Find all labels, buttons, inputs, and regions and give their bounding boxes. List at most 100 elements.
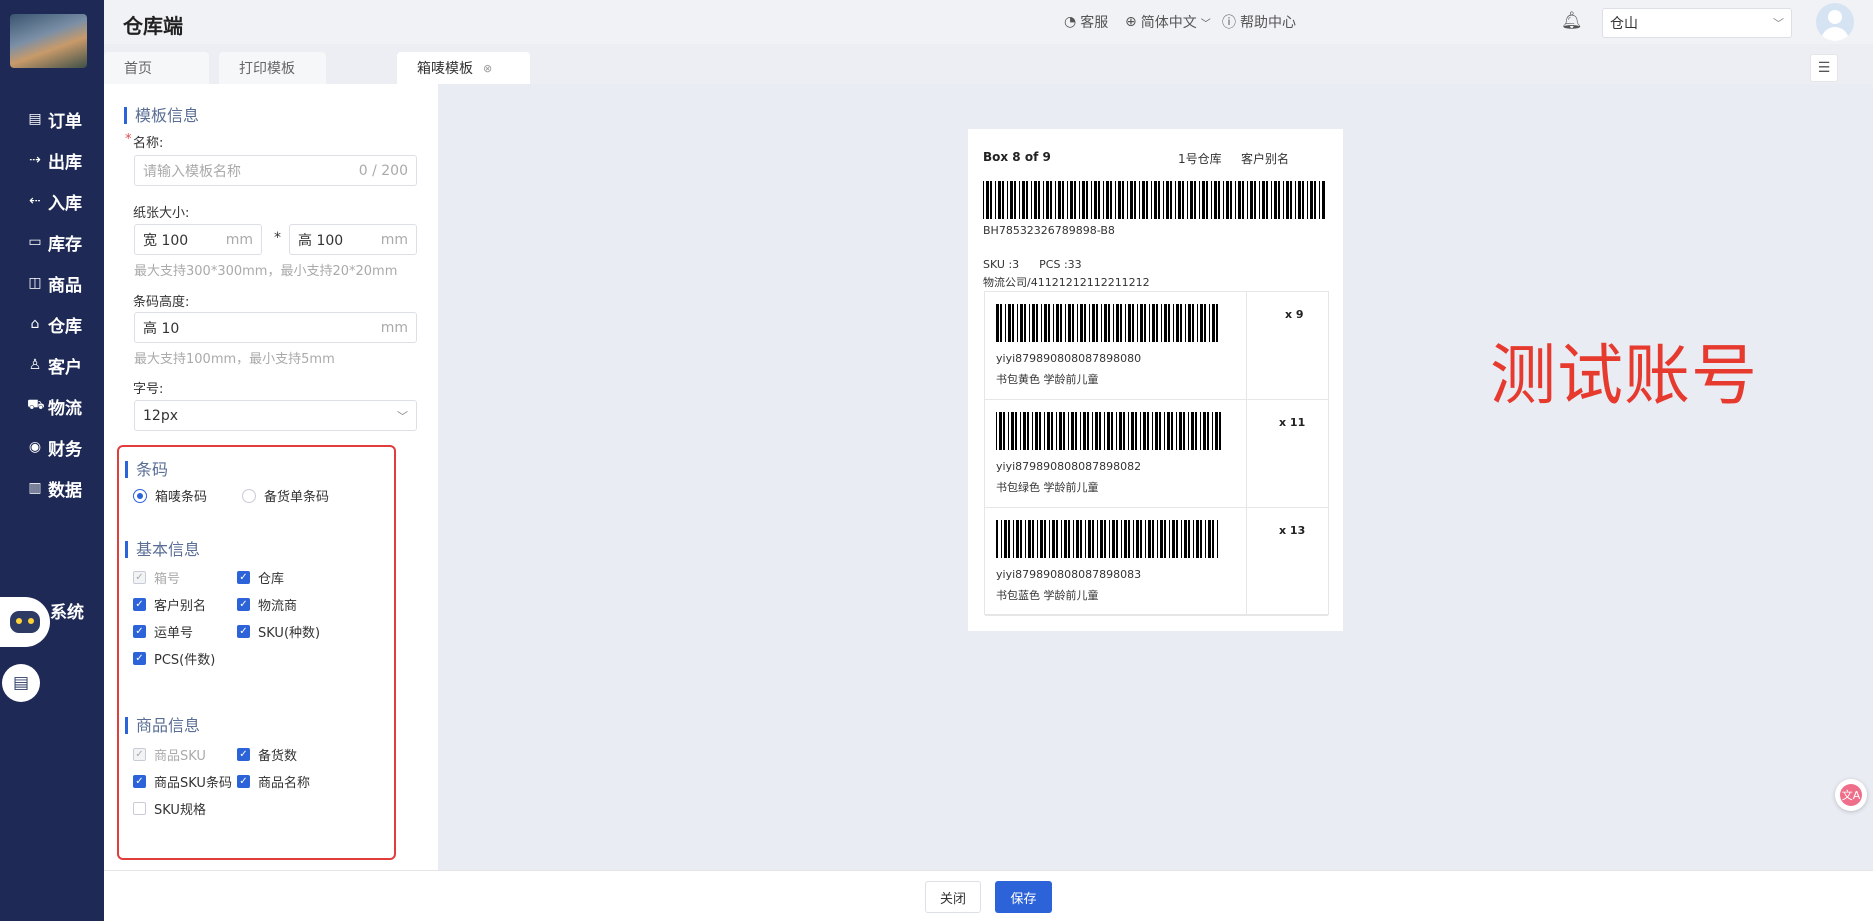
barcode-bar xyxy=(996,412,997,450)
field-checkbox[interactable]: ✓ 运单号 xyxy=(133,622,193,641)
sidebar-item-0[interactable]: ▤ 订单 xyxy=(27,105,99,133)
barcode-bar xyxy=(1051,412,1053,450)
sidebar-item-1[interactable]: ⇢ 出库 xyxy=(27,146,99,174)
item-name: 书包黄色 学龄前儿童 xyxy=(996,373,1099,386)
barcode-bar xyxy=(990,181,992,219)
barcode-bar xyxy=(1195,412,1197,450)
barcode-bar xyxy=(1148,520,1151,558)
save-button[interactable]: 保存 xyxy=(995,881,1052,913)
field-checkbox[interactable]: ✓ SKU(种数) xyxy=(237,622,320,641)
barcode-bar xyxy=(1028,520,1031,558)
barcode-bar xyxy=(1111,412,1113,450)
language-switcher[interactable]: ⊕ 简体中文 ﹀ xyxy=(1125,12,1211,32)
barcode-bar xyxy=(1098,181,1100,219)
field-checkbox[interactable]: ✓ 商品名称 xyxy=(237,772,310,791)
barcode-height-input[interactable]: 高 10 mm xyxy=(134,312,417,343)
barcode-bar xyxy=(1314,181,1316,219)
barcode-bar xyxy=(1136,520,1139,558)
assistant-robot-button[interactable] xyxy=(0,597,50,647)
field-checkbox: ✓ 箱号 xyxy=(133,568,180,587)
avatar[interactable] xyxy=(1816,3,1854,41)
barcode-bar xyxy=(1073,520,1074,558)
field-checkbox[interactable]: ✓ 仓库 xyxy=(237,568,284,587)
barcode-bar xyxy=(1167,412,1170,450)
barcode-bar xyxy=(1047,412,1050,450)
barcode-bar xyxy=(1179,412,1182,450)
checkbox-label: 仓库 xyxy=(258,572,285,587)
checkbox-label: SKU(种数) xyxy=(258,626,321,641)
sidebar-item-4[interactable]: ◫ 商品 xyxy=(27,269,99,297)
barcode-bar xyxy=(1004,520,1007,558)
barcode-bar xyxy=(1152,412,1153,450)
barcode-type-radio[interactable]: 箱唛条码 xyxy=(133,486,207,505)
barcode-bar xyxy=(1143,412,1146,450)
barcode-bar xyxy=(1052,520,1055,558)
barcode-bar xyxy=(1116,520,1118,558)
barcode-bar xyxy=(1008,520,1010,558)
barcode-bar xyxy=(1204,304,1206,342)
name-label: * 名称: xyxy=(125,132,164,151)
barcode-bar xyxy=(1188,412,1189,450)
help-center-link[interactable]: ⓘ 帮助中心 xyxy=(1222,12,1296,32)
barcode-bar xyxy=(998,181,1001,219)
barcode-bar xyxy=(1319,181,1320,219)
barcode-bar xyxy=(1194,181,1196,219)
bell-icon[interactable]: 🔔︎ xyxy=(1561,11,1583,31)
document-icon[interactable]: ▤ xyxy=(2,664,40,702)
font-size-select[interactable]: 12px ﹀ xyxy=(134,400,417,431)
field-checkbox[interactable]: ✓ 物流商 xyxy=(237,595,297,614)
sidebar-item-2[interactable]: ⇠ 入库 xyxy=(27,187,99,215)
barcode-bar xyxy=(1170,181,1172,219)
sidebar-item-9[interactable]: ▥ 数据 xyxy=(27,474,99,502)
barcode-bar xyxy=(1133,520,1134,558)
barcode-bar xyxy=(1037,520,1038,558)
barcode-bar xyxy=(1068,304,1071,342)
translate-button[interactable]: 文A xyxy=(1835,779,1867,811)
barcode-bar xyxy=(1116,304,1119,342)
field-checkbox[interactable]: ✓ 备货数 xyxy=(237,745,297,764)
warehouse-select[interactable]: 仓山 ﹀ xyxy=(1602,8,1792,38)
sidebar-item-system[interactable]: 系统 xyxy=(50,596,84,624)
barcode-bar xyxy=(1163,181,1164,219)
field-checkbox[interactable]: ✓ 客户别名 xyxy=(133,595,206,614)
barcode-bar xyxy=(1149,304,1150,342)
barcode-bar xyxy=(1226,181,1229,219)
barcode-bar xyxy=(1044,520,1046,558)
barcode-bar xyxy=(1005,304,1006,342)
field-checkbox[interactable]: SKU规格 xyxy=(133,799,206,818)
tab-box-label-template[interactable]: 箱唛模板 ⊗ xyxy=(397,52,530,84)
barcode-bar xyxy=(1205,520,1206,558)
close-icon[interactable]: ⊗ xyxy=(483,62,492,75)
sidebar-item-8[interactable]: ◉ 财务 xyxy=(27,433,99,461)
template-name-input[interactable]: 请输入模板名称 0 / 200 xyxy=(134,155,417,186)
customer-service-link[interactable]: ◔ 客服 xyxy=(1064,12,1108,32)
carrier-tracking: 物流公司/41121212112211212 xyxy=(983,276,1150,289)
barcode-bar xyxy=(1211,181,1212,219)
tab-home[interactable]: 首页 xyxy=(104,52,209,84)
barcode-bar xyxy=(1259,181,1260,219)
tab-print-template[interactable]: 打印模板 xyxy=(219,52,326,84)
sidebar-item-7[interactable]: ⛟ 物流 xyxy=(27,392,99,420)
field-checkbox[interactable]: ✓ PCS(件数) xyxy=(133,649,215,668)
field-checkbox[interactable]: ✓ 商品SKU条码 xyxy=(133,772,232,791)
barcode-bar xyxy=(1137,304,1138,342)
globe-icon: ⊕ xyxy=(1125,14,1137,30)
checkbox-box: ✓ xyxy=(133,775,146,788)
paper-width-input[interactable]: 宽 100 mm xyxy=(134,224,262,255)
sidebar-item-6[interactable]: ♙ 客户 xyxy=(27,351,99,379)
close-button[interactable]: 关闭 xyxy=(925,881,981,913)
chevron-down-icon: ﹀ xyxy=(397,409,408,423)
menu-icon[interactable]: ☰ xyxy=(1810,54,1838,82)
barcode-bar xyxy=(1048,304,1050,342)
checkbox-box: ✓ xyxy=(133,598,146,611)
barcode-bar xyxy=(1092,412,1093,450)
paper-height-input[interactable]: 高 100 mm xyxy=(289,224,417,255)
sidebar-item-5[interactable]: ⌂ 仓库 xyxy=(27,310,99,338)
barcode-type-radio[interactable]: 备货单条码 xyxy=(242,486,329,505)
sidebar-item-3[interactable]: ▭ 库存 xyxy=(27,228,99,256)
barcode-bar xyxy=(1100,520,1103,558)
sidebar-item-label: 库存 xyxy=(48,234,82,255)
barcode-bar xyxy=(1075,412,1077,450)
barcode-bar xyxy=(1107,412,1110,450)
barcode-bar xyxy=(1071,412,1074,450)
